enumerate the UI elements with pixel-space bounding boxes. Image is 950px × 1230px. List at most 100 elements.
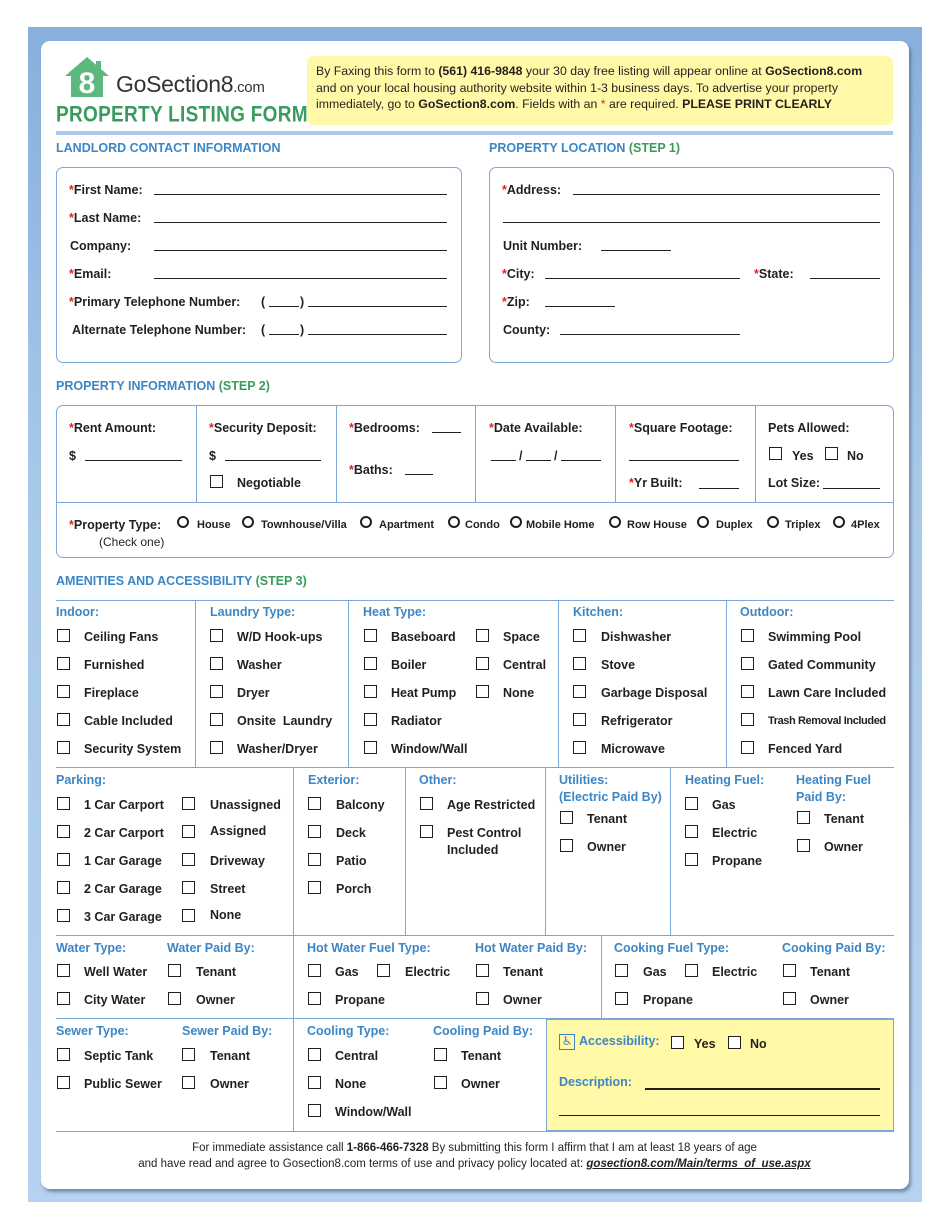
hot-water-paid-checkbox[interactable] xyxy=(476,992,489,1005)
baths-field[interactable] xyxy=(405,474,433,475)
hot-water-paid-checkbox[interactable] xyxy=(476,964,489,977)
parking-checkbox[interactable] xyxy=(182,825,195,838)
exterior-checkbox[interactable] xyxy=(308,825,321,838)
indoor-checkbox[interactable] xyxy=(57,741,70,754)
outdoor-checkbox[interactable] xyxy=(741,629,754,642)
deposit-field[interactable] xyxy=(225,460,321,461)
indoor-checkbox[interactable] xyxy=(57,685,70,698)
address-field-line2[interactable] xyxy=(503,222,880,223)
laundry-checkbox[interactable] xyxy=(210,629,223,642)
parking-checkbox[interactable] xyxy=(57,797,70,810)
email-field[interactable] xyxy=(154,278,447,279)
property-type-radio-4plex[interactable] xyxy=(833,516,845,528)
heat-checkbox[interactable] xyxy=(364,685,377,698)
yr-built-field[interactable] xyxy=(699,488,739,489)
hot-water-fuel-checkbox[interactable] xyxy=(308,964,321,977)
heating-fuel-checkbox[interactable] xyxy=(685,797,698,810)
cooling-type-checkbox[interactable] xyxy=(308,1048,321,1061)
property-type-radio-condo[interactable] xyxy=(448,516,460,528)
heat-checkbox[interactable] xyxy=(364,741,377,754)
utilities-checkbox[interactable] xyxy=(560,839,573,852)
county-field[interactable] xyxy=(560,334,740,335)
parking-checkbox[interactable] xyxy=(182,909,195,922)
outdoor-checkbox[interactable] xyxy=(741,657,754,670)
parking-checkbox[interactable] xyxy=(182,853,195,866)
accessibility-yes-checkbox[interactable] xyxy=(671,1036,684,1049)
square-footage-field[interactable] xyxy=(629,460,739,461)
heating-paid-checkbox[interactable] xyxy=(797,839,810,852)
laundry-checkbox[interactable] xyxy=(210,685,223,698)
heat-checkbox[interactable] xyxy=(364,629,377,642)
heat-checkbox[interactable] xyxy=(364,713,377,726)
indoor-checkbox[interactable] xyxy=(57,657,70,670)
zip-field[interactable] xyxy=(545,306,615,307)
sewer-type-checkbox[interactable] xyxy=(57,1048,70,1061)
primary-phone-area-code-field[interactable] xyxy=(269,306,299,307)
rent-field[interactable] xyxy=(85,460,182,461)
indoor-checkbox[interactable] xyxy=(57,713,70,726)
property-type-radio-triplex[interactable] xyxy=(767,516,779,528)
accessibility-no-checkbox[interactable] xyxy=(728,1036,741,1049)
parking-checkbox[interactable] xyxy=(57,881,70,894)
cooking-fuel-checkbox[interactable] xyxy=(615,964,628,977)
heat-checkbox[interactable] xyxy=(476,685,489,698)
heat-checkbox[interactable] xyxy=(364,657,377,670)
heat-checkbox[interactable] xyxy=(476,629,489,642)
sewer-paid-checkbox[interactable] xyxy=(182,1048,195,1061)
outdoor-checkbox[interactable] xyxy=(741,741,754,754)
state-field[interactable] xyxy=(810,278,880,279)
laundry-checkbox[interactable] xyxy=(210,741,223,754)
alt-phone-area-code-field[interactable] xyxy=(269,334,299,335)
property-type-radio-duplex[interactable] xyxy=(697,516,709,528)
kitchen-checkbox[interactable] xyxy=(573,657,586,670)
kitchen-checkbox[interactable] xyxy=(573,713,586,726)
parking-checkbox[interactable] xyxy=(57,825,70,838)
cooling-type-checkbox[interactable] xyxy=(308,1076,321,1089)
company-field[interactable] xyxy=(154,250,447,251)
date-month-field[interactable] xyxy=(491,460,516,461)
laundry-checkbox[interactable] xyxy=(210,657,223,670)
negotiable-checkbox[interactable] xyxy=(210,475,223,488)
kitchen-checkbox[interactable] xyxy=(573,685,586,698)
exterior-checkbox[interactable] xyxy=(308,853,321,866)
parking-checkbox[interactable] xyxy=(57,909,70,922)
property-type-radio-house[interactable] xyxy=(177,516,189,528)
indoor-checkbox[interactable] xyxy=(57,629,70,642)
hot-water-fuel-checkbox[interactable] xyxy=(308,992,321,1005)
laundry-checkbox[interactable] xyxy=(210,713,223,726)
kitchen-checkbox[interactable] xyxy=(573,629,586,642)
description-field-line1[interactable] xyxy=(645,1088,880,1090)
parking-checkbox[interactable] xyxy=(182,797,195,810)
heating-fuel-checkbox[interactable] xyxy=(685,825,698,838)
alt-phone-field[interactable] xyxy=(308,334,447,335)
first-name-field[interactable] xyxy=(154,194,447,195)
heating-fuel-checkbox[interactable] xyxy=(685,853,698,866)
outdoor-checkbox[interactable] xyxy=(741,685,754,698)
last-name-field[interactable] xyxy=(154,222,447,223)
city-field[interactable] xyxy=(545,278,740,279)
utilities-checkbox[interactable] xyxy=(560,811,573,824)
water-type-checkbox[interactable] xyxy=(57,964,70,977)
heating-paid-checkbox[interactable] xyxy=(797,811,810,824)
hot-water-fuel-checkbox[interactable] xyxy=(377,964,390,977)
sewer-type-checkbox[interactable] xyxy=(57,1076,70,1089)
description-field-line2[interactable] xyxy=(559,1115,880,1116)
kitchen-checkbox[interactable] xyxy=(573,741,586,754)
lot-size-field[interactable] xyxy=(823,488,880,489)
outdoor-checkbox[interactable] xyxy=(741,713,754,726)
cooling-paid-checkbox[interactable] xyxy=(434,1076,447,1089)
other-checkbox[interactable] xyxy=(420,797,433,810)
water-paid-checkbox[interactable] xyxy=(168,992,181,1005)
parking-checkbox[interactable] xyxy=(57,853,70,866)
pets-yes-checkbox[interactable] xyxy=(769,447,782,460)
heat-checkbox[interactable] xyxy=(476,657,489,670)
cooking-fuel-checkbox[interactable] xyxy=(685,964,698,977)
property-type-radio-mobile-home[interactable] xyxy=(510,516,522,528)
unit-number-field[interactable] xyxy=(601,250,671,251)
pets-no-checkbox[interactable] xyxy=(825,447,838,460)
property-type-radio-apartment[interactable] xyxy=(360,516,372,528)
cooking-paid-checkbox[interactable] xyxy=(783,992,796,1005)
bedrooms-field[interactable] xyxy=(432,432,461,433)
date-year-field[interactable] xyxy=(561,460,601,461)
terms-link[interactable]: gosection8.com/Main/terms_of_use.aspx xyxy=(586,1158,810,1170)
